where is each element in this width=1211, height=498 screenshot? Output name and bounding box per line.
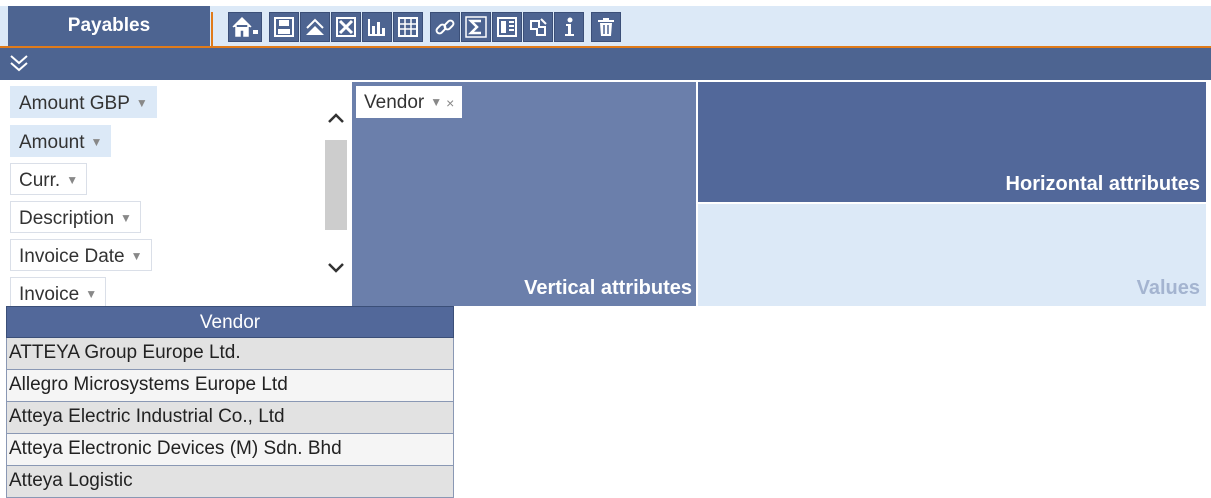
attribute-chip[interactable]: Invoice ▼ [10, 277, 107, 306]
settings-icon[interactable] [523, 12, 553, 42]
table-row[interactable]: Atteya Logistic [6, 466, 454, 498]
attribute-label: Amount [19, 132, 85, 153]
sum-icon[interactable] [461, 12, 491, 42]
table-row[interactable]: Allegro Microsystems Europe Ltd [6, 370, 454, 402]
attribute-list: Amount GBP ▼ Amount ▼ Curr. ▼ Description ▼ … [6, 82, 350, 306]
values-zone[interactable]: Values [698, 204, 1206, 306]
attribute-label: Description [19, 208, 115, 229]
attribute-chip[interactable]: Amount GBP ▼ [10, 86, 157, 118]
chevron-double-down-icon[interactable] [8, 52, 30, 74]
delete-icon[interactable] [591, 12, 621, 42]
table-row[interactable]: Atteya Electronic Devices (M) Sdn. Bhd [6, 434, 454, 466]
grid-icon[interactable] [393, 12, 423, 42]
attribute-chip[interactable]: Amount ▼ [10, 125, 112, 157]
attribute-label: Invoice Date [19, 246, 125, 267]
table-header-vendor[interactable]: Vendor [6, 306, 454, 338]
link-icon[interactable] [430, 12, 460, 42]
dropdown-arrow-icon[interactable]: ▼ [131, 249, 143, 263]
attribute-chip[interactable]: Invoice Date ▼ [10, 239, 152, 271]
vendor-chip[interactable]: Vendor ▼ × [356, 86, 463, 118]
scrollbar[interactable] [322, 82, 350, 306]
toolbar [228, 12, 622, 44]
chevron-down-icon[interactable] [322, 244, 350, 292]
excel-icon[interactable] [331, 12, 361, 42]
home-icon[interactable] [228, 12, 262, 42]
dropdown-arrow-icon[interactable]: ▼ [430, 95, 442, 109]
collapse-bar [0, 48, 1211, 80]
table-row[interactable]: Atteya Electric Industrial Co., Ltd [6, 402, 454, 434]
vertical-attributes-zone[interactable]: Vendor ▼ × Vertical attributes [352, 82, 696, 306]
columns-icon[interactable] [492, 12, 522, 42]
chart-icon[interactable] [362, 12, 392, 42]
scrollbar-thumb[interactable] [325, 140, 347, 230]
table-row[interactable]: ATTEYA Group Europe Ltd. [6, 338, 454, 370]
export-icon[interactable] [300, 12, 330, 42]
vendor-table: Vendor ATTEYA Group Europe Ltd. Allegro … [6, 306, 454, 498]
close-icon[interactable]: × [446, 95, 454, 111]
save-icon[interactable] [269, 12, 299, 42]
chevron-up-icon[interactable] [322, 94, 350, 142]
attribute-label: Curr. [19, 170, 61, 191]
values-label: Values [1136, 277, 1200, 299]
attribute-label: Amount GBP [19, 93, 130, 114]
tab-payables[interactable]: Payables [8, 6, 210, 46]
horizontal-attributes-zone[interactable]: Horizontal attributes [698, 82, 1206, 202]
dropdown-arrow-icon[interactable]: ▼ [120, 211, 132, 225]
attribute-label: Invoice [19, 284, 80, 305]
vertical-attributes-label: Vertical attributes [524, 277, 692, 299]
horizontal-attributes-label: Horizontal attributes [1005, 173, 1200, 195]
vendor-chip-label: Vendor [364, 92, 425, 113]
dropdown-arrow-icon[interactable]: ▼ [136, 96, 148, 110]
attribute-chip[interactable]: Curr. ▼ [10, 163, 88, 195]
info-icon[interactable] [554, 12, 584, 42]
dropdown-arrow-icon[interactable]: ▼ [85, 287, 97, 301]
dropdown-arrow-icon[interactable]: ▼ [90, 135, 102, 149]
dropdown-arrow-icon[interactable]: ▼ [66, 173, 78, 187]
tab-separator [211, 12, 213, 46]
attribute-chip[interactable]: Description ▼ [10, 201, 141, 233]
